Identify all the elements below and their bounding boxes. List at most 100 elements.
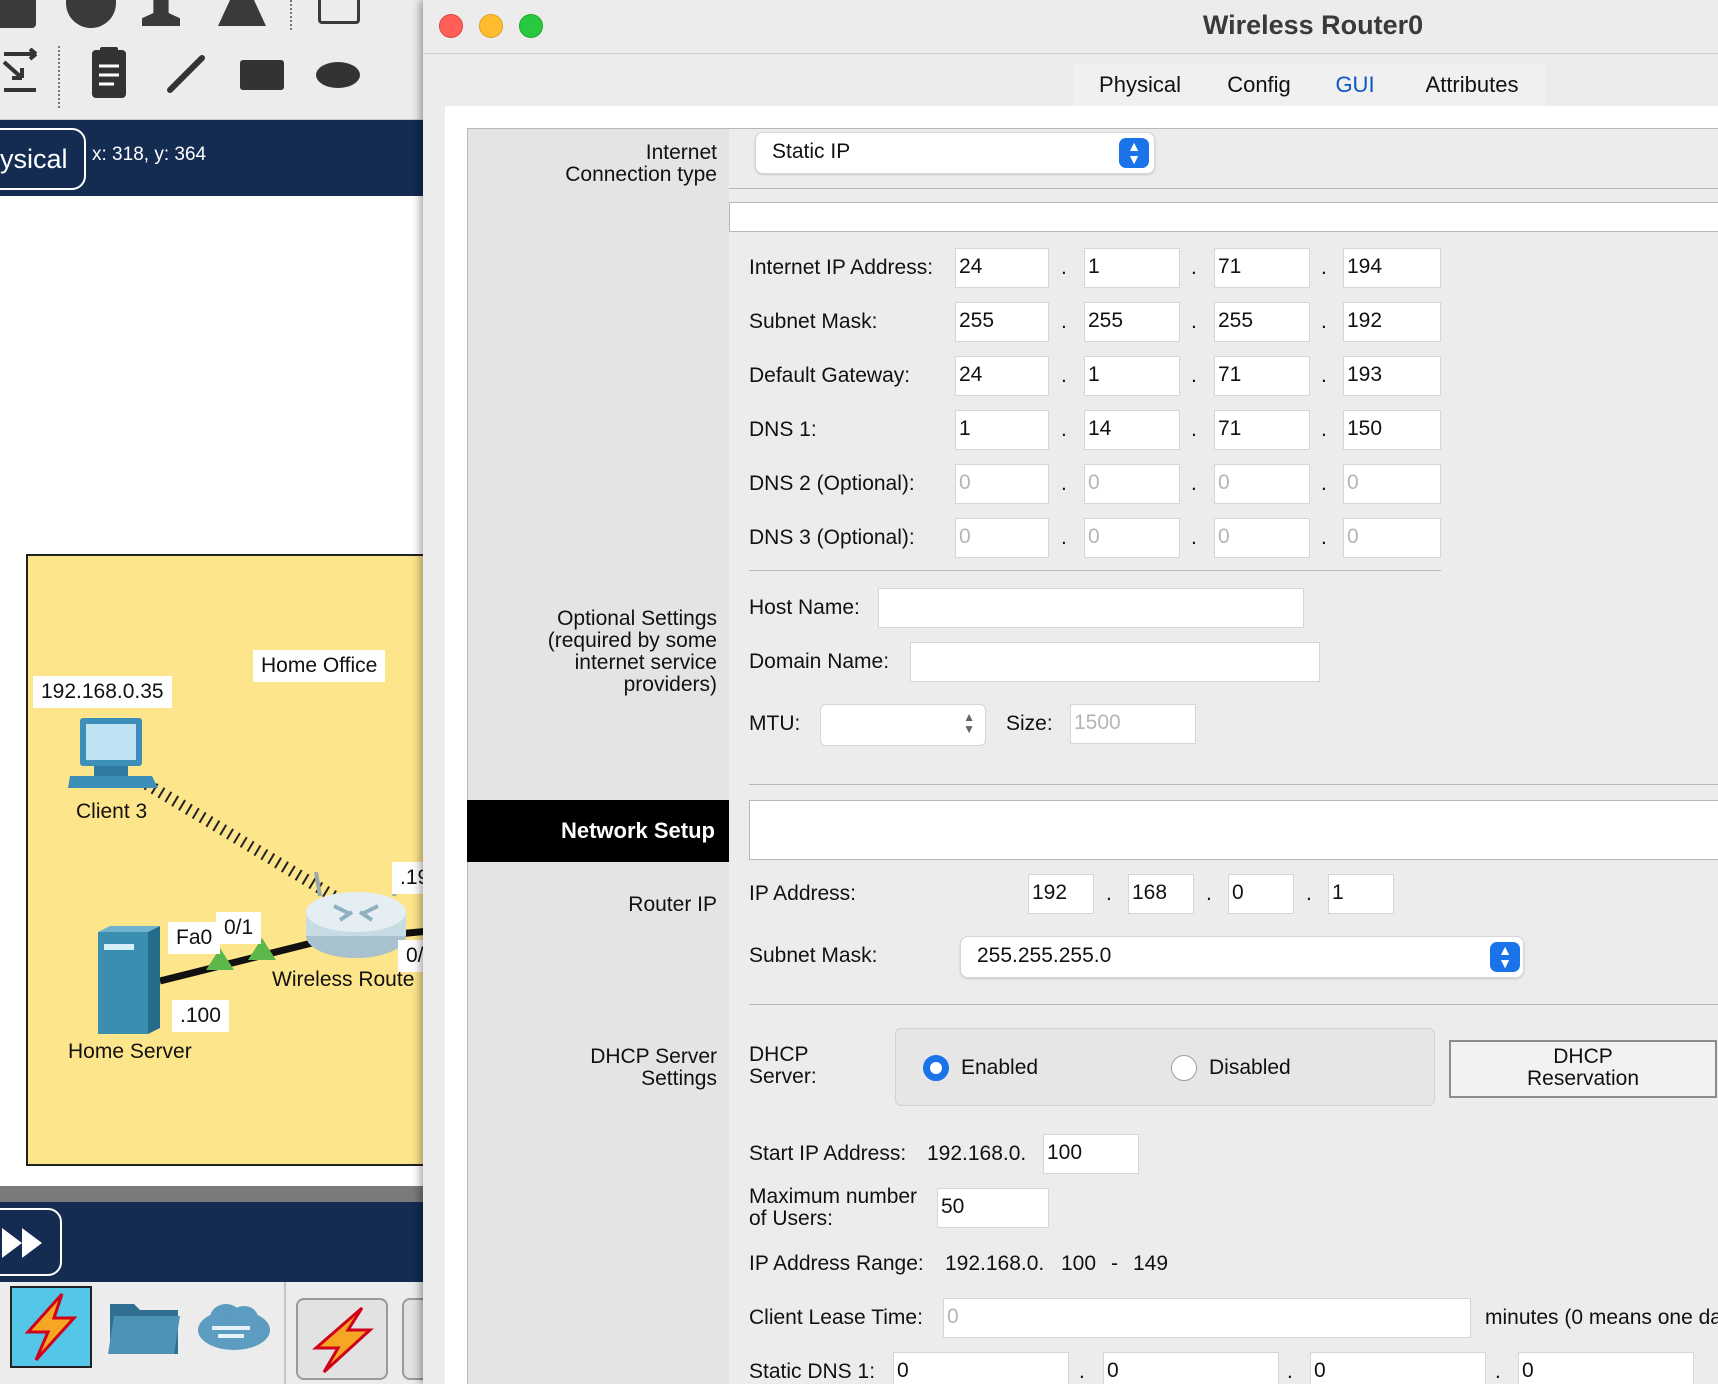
fast-forward-button[interactable]: [0, 1208, 62, 1276]
client-ip-label[interactable]: 192.168.0.35: [33, 676, 172, 708]
max-users-input[interactable]: 50: [937, 1188, 1049, 1228]
static-dns1-octet-1[interactable]: 0: [893, 1352, 1069, 1384]
info-icon[interactable]: [66, 0, 116, 28]
dns3-octet-1[interactable]: 0: [955, 518, 1049, 558]
static-dns1-octet-3[interactable]: 0: [1310, 1352, 1486, 1384]
separator-dot: .: [1191, 526, 1197, 549]
dns1-octet-4[interactable]: 150: [1343, 410, 1441, 450]
router-dialog-window: Wireless Router0 Physical Config GUI Att…: [423, 0, 1718, 1384]
tab-gui[interactable]: GUI: [1311, 64, 1399, 112]
gateway-octet-4[interactable]: 193: [1343, 356, 1441, 396]
physical-view-tab[interactable]: ysical: [0, 128, 86, 190]
folder-icon[interactable]: [108, 1296, 180, 1356]
internet-ip-octet-3[interactable]: 71: [1214, 248, 1310, 288]
separator-dot: .: [1191, 256, 1197, 279]
subnet-mask-octet-1[interactable]: 255: [955, 302, 1049, 342]
dns2-octet-1[interactable]: 0: [955, 464, 1049, 504]
max-users-label: Maximum number of Users:: [749, 1185, 918, 1230]
cluster-label[interactable]: Home Office: [253, 650, 386, 682]
router-ip-octet-4[interactable]: 1: [1328, 874, 1394, 914]
note-icon[interactable]: [90, 46, 128, 100]
internet-ip-octet-1[interactable]: 24: [955, 248, 1049, 288]
horizontal-scrollbar[interactable]: [0, 1186, 430, 1202]
subnet-mask-octet-4[interactable]: 192: [1343, 302, 1441, 342]
separator-dot: .: [1306, 882, 1312, 905]
dns2-octet-4[interactable]: 0: [1343, 464, 1441, 504]
chevron-updown-icon[interactable]: ▲ ▼: [1119, 138, 1149, 168]
separator-dot: .: [1106, 882, 1112, 905]
chevron-updown-icon[interactable]: ▲ ▼: [1490, 942, 1520, 972]
router-ip-address-label: IP Address:: [749, 882, 857, 905]
internet-ip-octet-2[interactable]: 1: [1084, 248, 1180, 288]
server-icon[interactable]: [98, 926, 160, 1036]
dns3-octet-2[interactable]: 0: [1084, 518, 1180, 558]
router-ip-octet-2[interactable]: 168: [1128, 874, 1194, 914]
subnet-mask-octet-2[interactable]: 255: [1084, 302, 1180, 342]
cloud-icon[interactable]: [196, 1300, 272, 1352]
domain-name-input[interactable]: [910, 642, 1320, 682]
port-label-0-1[interactable]: 0/1: [216, 912, 262, 944]
save-icon[interactable]: [0, 0, 36, 28]
dns2-octet-3[interactable]: 0: [1214, 464, 1310, 504]
dns3-octet-4[interactable]: 0: [1343, 518, 1441, 558]
subnet-mask-octet-3[interactable]: 255: [1214, 302, 1310, 342]
size-input[interactable]: 1500: [1070, 704, 1196, 744]
mtu-select[interactable]: ▲ ▼: [820, 704, 986, 746]
dns3-label: DNS 3 (Optional):: [749, 526, 915, 549]
dns1-octet-2[interactable]: 14: [1084, 410, 1180, 450]
line-tool-icon[interactable]: [166, 54, 206, 94]
dns2-octet-2[interactable]: 0: [1084, 464, 1180, 504]
router-subnet-mask-select[interactable]: 255.255.255.0: [960, 936, 1524, 978]
notes-icon[interactable]: [318, 0, 360, 24]
host-name-input[interactable]: [878, 588, 1304, 628]
separator-dot: .: [1191, 418, 1197, 441]
router-ip-octet-3[interactable]: 0: [1228, 874, 1294, 914]
rectangle-tool-icon[interactable]: [240, 60, 284, 90]
gateway-octet-1[interactable]: 24: [955, 356, 1049, 396]
laptop-icon[interactable]: [68, 716, 158, 792]
ellipse-tool-icon[interactable]: [316, 62, 360, 88]
dns1-octet-1[interactable]: 1: [955, 410, 1049, 450]
dhcp-enabled-radio[interactable]: [923, 1055, 949, 1081]
router-ip-octet-1[interactable]: 192: [1028, 874, 1094, 914]
auto-connection-button[interactable]: [296, 1298, 388, 1380]
static-dns1-octet-4[interactable]: 0: [1518, 1352, 1694, 1384]
dhcp-disabled-radio[interactable]: [1171, 1055, 1197, 1081]
tab-attributes[interactable]: Attributes: [1399, 64, 1545, 106]
dns1-octet-3[interactable]: 71: [1214, 410, 1310, 450]
tab-config[interactable]: Config: [1207, 64, 1311, 106]
dhcp-disabled-label[interactable]: Disabled: [1209, 1056, 1291, 1080]
ip-range-separator: -: [1111, 1252, 1118, 1275]
start-ip-input[interactable]: 100: [1043, 1134, 1139, 1174]
gateway-octet-2[interactable]: 1: [1084, 356, 1180, 396]
port-label-fa0[interactable]: Fa0: [168, 922, 221, 954]
window-titlebar[interactable]: Wireless Router0: [423, 0, 1718, 54]
internet-ip-octet-4[interactable]: 194: [1343, 248, 1441, 288]
gateway-octet-3[interactable]: 71: [1214, 356, 1310, 396]
resize-icon[interactable]: [0, 48, 44, 96]
separator-dot: .: [1061, 526, 1067, 549]
ip-range-end: 149: [1133, 1252, 1169, 1275]
client-lease-time-input[interactable]: 0: [943, 1298, 1471, 1338]
divider: [749, 570, 1441, 571]
dhcp-enabled-label[interactable]: Enabled: [961, 1056, 1038, 1080]
client-name-label[interactable]: Client 3: [76, 800, 147, 824]
connection-type-select[interactable]: Static IP: [755, 132, 1155, 174]
connections-category-icon[interactable]: [10, 1286, 92, 1368]
server-name-label[interactable]: Home Server: [68, 1040, 192, 1064]
realtime-bar: [0, 1202, 430, 1282]
palette-divider: [284, 1282, 286, 1384]
dhcp-reservation-button[interactable]: DHCP Reservation: [1449, 1040, 1717, 1098]
dns3-octet-3[interactable]: 0: [1214, 518, 1310, 558]
pyramid-icon[interactable]: [218, 0, 266, 26]
separator-dot: .: [1321, 310, 1327, 333]
server-ip-label[interactable]: .100: [172, 1000, 229, 1032]
lightning-icon: [24, 1292, 78, 1362]
separator-dot: .: [1206, 882, 1212, 905]
separator-dot: .: [1321, 256, 1327, 279]
router-name-label[interactable]: Wireless Route: [272, 968, 414, 992]
divider: [749, 1004, 1718, 1005]
tab-physical[interactable]: Physical: [1073, 64, 1207, 106]
static-dns1-octet-2[interactable]: 0: [1103, 1352, 1279, 1384]
user-icon[interactable]: [142, 0, 180, 26]
